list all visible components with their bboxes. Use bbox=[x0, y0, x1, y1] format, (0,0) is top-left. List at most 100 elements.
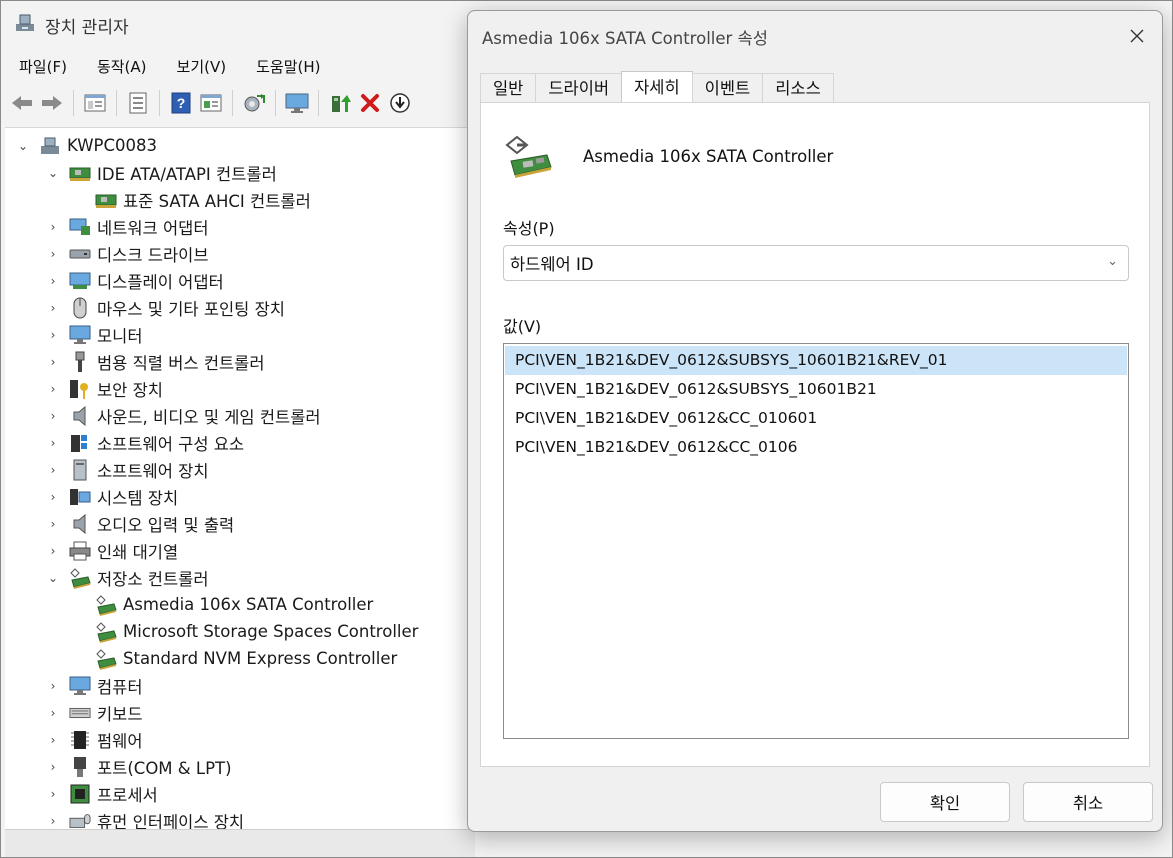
tree-item[interactable]: › 오디오 입력 및 출력 bbox=[45, 510, 234, 537]
tree-item-label: 네트워크 어댑터 bbox=[97, 218, 209, 238]
toolbar-separator bbox=[116, 90, 117, 116]
tree-item-label: 오디오 입력 및 출력 bbox=[97, 515, 235, 535]
security-key-icon bbox=[69, 378, 91, 400]
menu-file[interactable]: 파일(F) bbox=[1, 53, 79, 81]
chevron-right-icon[interactable]: › bbox=[45, 813, 61, 829]
chevron-right-icon[interactable]: › bbox=[45, 489, 61, 505]
tree-item-label: 저장소 컨트롤러 bbox=[97, 569, 209, 589]
tree-item[interactable]: 표준 SATA AHCI 컨트롤러 bbox=[71, 186, 311, 213]
tree-item[interactable]: › 마우스 및 기타 포인팅 장치 bbox=[45, 294, 285, 321]
menu-action[interactable]: 동작(A) bbox=[79, 53, 159, 81]
chevron-right-icon[interactable]: › bbox=[45, 300, 61, 316]
chevron-right-icon[interactable]: › bbox=[45, 327, 61, 343]
tree-item-label: Standard NVM Express Controller bbox=[123, 649, 398, 668]
tab-resources[interactable]: 리소스 bbox=[762, 73, 834, 103]
tree-item[interactable]: › 디스플레이 어댑터 bbox=[45, 267, 224, 294]
chevron-down-icon[interactable]: ⌄ bbox=[45, 165, 61, 181]
scan-hardware-icon[interactable] bbox=[241, 90, 267, 116]
chevron-right-icon[interactable]: › bbox=[45, 273, 61, 289]
monitor-icon[interactable] bbox=[284, 90, 310, 116]
value-item[interactable]: PCI\VEN_1B21&DEV_0612&CC_010601 bbox=[505, 404, 1127, 433]
tab-details[interactable]: 자세히 bbox=[621, 71, 693, 103]
help-icon[interactable]: ? bbox=[168, 90, 194, 116]
forward-arrow-icon[interactable] bbox=[39, 90, 65, 116]
ok-button[interactable]: 확인 bbox=[880, 782, 1010, 822]
computer-icon bbox=[39, 135, 61, 157]
chevron-right-icon[interactable]: › bbox=[45, 408, 61, 424]
tab-general[interactable]: 일반 bbox=[480, 73, 537, 103]
tree-item[interactable]: › 포트(COM & LPT) bbox=[45, 753, 232, 780]
value-item[interactable]: PCI\VEN_1B21&DEV_0612&CC_0106 bbox=[505, 433, 1127, 462]
chevron-down-icon[interactable]: ⌄ bbox=[15, 138, 31, 154]
tree-item-label: 소프트웨어 구성 요소 bbox=[97, 434, 245, 454]
property-select[interactable]: 하드웨어 ID ⌄ bbox=[503, 245, 1129, 281]
mouse-icon bbox=[69, 297, 91, 319]
chevron-right-icon[interactable]: › bbox=[45, 543, 61, 559]
tree-item-label: 키보드 bbox=[97, 704, 143, 724]
chevron-right-icon[interactable]: › bbox=[45, 381, 61, 397]
tree-item[interactable]: › 범용 직렬 버스 컨트롤러 bbox=[45, 348, 265, 375]
tree-item[interactable]: Microsoft Storage Spaces Controller bbox=[71, 618, 418, 645]
tree-item[interactable]: › 보안 장치 bbox=[45, 375, 163, 402]
ide-controller-icon bbox=[69, 162, 91, 184]
tree-item[interactable]: › 소프트웨어 장치 bbox=[45, 456, 209, 483]
system-device-icon bbox=[69, 486, 91, 508]
menu-view[interactable]: 보기(V) bbox=[159, 53, 239, 81]
tree-item[interactable]: › 소프트웨어 구성 요소 bbox=[45, 429, 244, 456]
tree-item[interactable]: › 사운드, 비디오 및 게임 컨트롤러 bbox=[45, 402, 321, 429]
storage-controller-icon bbox=[69, 567, 91, 589]
tree-item[interactable]: › 키보드 bbox=[45, 699, 143, 726]
chevron-right-icon[interactable]: › bbox=[45, 705, 61, 721]
tree-item[interactable]: › 인쇄 대기열 bbox=[45, 537, 178, 564]
tree-item[interactable]: › 컴퓨터 bbox=[45, 672, 143, 699]
tree-item[interactable]: Asmedia 106x SATA Controller bbox=[71, 591, 373, 618]
tree-item[interactable]: › 프로세서 bbox=[45, 780, 158, 807]
speaker-icon bbox=[69, 405, 91, 427]
close-icon[interactable] bbox=[1126, 25, 1148, 47]
chevron-right-icon[interactable]: › bbox=[45, 246, 61, 262]
chevron-right-icon[interactable]: › bbox=[45, 786, 61, 802]
chevron-right-icon[interactable]: › bbox=[45, 759, 61, 775]
chevron-down-icon[interactable]: ⌄ bbox=[45, 570, 61, 586]
chevron-down-icon: ⌄ bbox=[1107, 254, 1118, 269]
tree-item-label: KWPC0083 bbox=[67, 136, 158, 155]
tree-item[interactable]: Standard NVM Express Controller bbox=[71, 645, 397, 672]
driver-details-icon[interactable] bbox=[198, 90, 224, 116]
tree-item-label: 마우스 및 기타 포인팅 장치 bbox=[97, 299, 285, 319]
tree-item[interactable]: ⌄ 저장소 컨트롤러 bbox=[45, 564, 209, 591]
tree-item[interactable]: › 휴먼 인터페이스 장치 bbox=[45, 807, 245, 830]
value-item[interactable]: PCI\VEN_1B21&DEV_0612&SUBSYS_10601B21 bbox=[505, 375, 1127, 404]
tree-item[interactable]: ⌄ KWPC0083 bbox=[15, 132, 157, 159]
tree-item[interactable]: ⌄ IDE ATA/ATAPI 컨트롤러 bbox=[45, 159, 277, 186]
back-arrow-icon[interactable] bbox=[9, 90, 35, 116]
show-hide-tree-icon[interactable] bbox=[82, 90, 108, 116]
disable-device-icon[interactable] bbox=[387, 90, 413, 116]
menu-help[interactable]: 도움말(H) bbox=[238, 53, 332, 81]
tab-driver[interactable]: 드라이버 bbox=[535, 73, 623, 103]
cancel-button[interactable]: 취소 bbox=[1023, 782, 1153, 822]
tree-item-label: 포트(COM & LPT) bbox=[97, 758, 232, 778]
tree-item[interactable]: › 시스템 장치 bbox=[45, 483, 178, 510]
properties-icon[interactable] bbox=[125, 90, 151, 116]
chevron-right-icon[interactable]: › bbox=[45, 678, 61, 694]
tree-item[interactable]: › 네트워크 어댑터 bbox=[45, 213, 209, 240]
value-label: 값(V) bbox=[503, 317, 542, 336]
chevron-right-icon[interactable]: › bbox=[45, 462, 61, 478]
tree-item[interactable]: › 디스크 드라이브 bbox=[45, 240, 209, 267]
toolbar-separator bbox=[275, 90, 276, 116]
storage-controller-icon bbox=[95, 621, 117, 643]
chevron-right-icon[interactable]: › bbox=[45, 732, 61, 748]
chevron-right-icon[interactable]: › bbox=[45, 354, 61, 370]
uninstall-icon[interactable] bbox=[357, 90, 383, 116]
update-driver-icon[interactable] bbox=[327, 90, 353, 116]
toolbar-separator bbox=[159, 90, 160, 116]
chevron-right-icon[interactable]: › bbox=[45, 219, 61, 235]
tab-events[interactable]: 이벤트 bbox=[691, 73, 764, 103]
chevron-right-icon[interactable]: › bbox=[45, 435, 61, 451]
value-list[interactable]: PCI\VEN_1B21&DEV_0612&SUBSYS_10601B21&RE… bbox=[503, 343, 1129, 739]
value-item[interactable]: PCI\VEN_1B21&DEV_0612&SUBSYS_10601B21&RE… bbox=[505, 346, 1127, 375]
chevron-right-icon[interactable]: › bbox=[45, 516, 61, 532]
tree-item[interactable]: › 모니터 bbox=[45, 321, 143, 348]
tree-item[interactable]: › 펌웨어 bbox=[45, 726, 143, 753]
